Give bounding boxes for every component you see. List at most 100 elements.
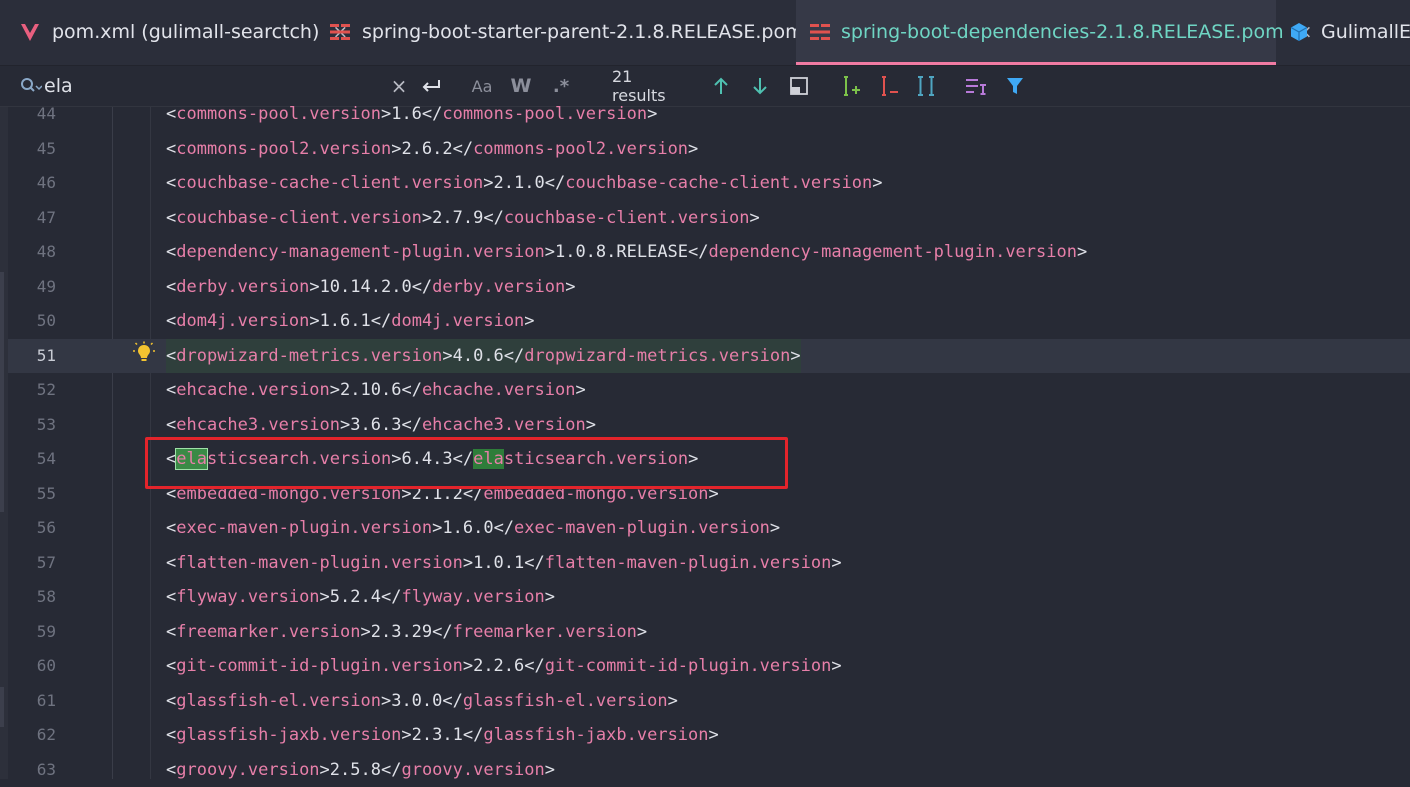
- code-line[interactable]: 49<derby.version>10.14.2.0</derby.versio…: [8, 270, 1410, 305]
- open-tag-name: dom4j.version: [176, 311, 309, 331]
- tag-bracket: <: [166, 518, 176, 538]
- tag-value: 2.7.9: [432, 208, 483, 228]
- tag-bracket: >: [330, 380, 340, 400]
- line-number: 56: [8, 511, 56, 546]
- tag-bracket: <: [166, 208, 176, 228]
- close-tag-name: commons-pool.version: [442, 104, 647, 124]
- code-line[interactable]: 57<flatten-maven-plugin.version>1.0.1</f…: [8, 546, 1410, 581]
- code-line[interactable]: 58 <flyway.version>5.2.4</flyway.version>: [8, 580, 1410, 615]
- close-tag-name: freemarker.version: [453, 622, 637, 642]
- tag-bracket: >: [381, 691, 391, 711]
- code-line[interactable]: 48<dependency-management-plugin.version>…: [8, 235, 1410, 270]
- tag-bracket: >: [872, 173, 882, 193]
- tag-bracket: >: [463, 553, 473, 573]
- tab-pom-xml[interactable]: pom.xml (gulimall-searctch) ×: [18, 0, 348, 63]
- tag-bracket: >: [586, 415, 596, 435]
- tag-bracket: </: [524, 656, 544, 676]
- close-tag-name: flyway.version: [401, 587, 544, 607]
- open-tag-name: flatten-maven-plugin.version: [176, 553, 463, 573]
- tab-spring-boot-dependencies[interactable]: spring-boot-dependencies-2.1.8.RELEASE.p…: [796, 0, 1276, 63]
- line-number: 44: [8, 97, 56, 132]
- open-tag-name: ehcache3.version: [176, 415, 340, 435]
- tag-bracket: >: [309, 311, 319, 331]
- tag-bracket: >: [709, 725, 719, 745]
- tag-bracket: <: [166, 656, 176, 676]
- code-text: <dom4j.version>1.6.1</dom4j.version>: [166, 304, 535, 339]
- code-line[interactable]: 44<commons-pool.version>1.6</commons-poo…: [8, 97, 1410, 132]
- tag-value: 2.10.6: [340, 380, 401, 400]
- search-input[interactable]: [44, 72, 374, 100]
- tag-bracket: >: [422, 208, 432, 228]
- code-line[interactable]: 47<couchbase-client.version>2.7.9</couch…: [8, 201, 1410, 236]
- open-tag-name: groovy.version: [176, 760, 319, 780]
- tag-bracket: >: [309, 277, 319, 297]
- tag-bracket: <: [166, 242, 176, 262]
- line-number: 51: [8, 339, 56, 374]
- tag-bracket: >: [545, 587, 555, 607]
- tag-bracket: >: [381, 104, 391, 124]
- code-line[interactable]: 62<glassfish-jaxb.version>2.3.1</glassfi…: [8, 718, 1410, 753]
- tag-bracket: >: [831, 553, 841, 573]
- close-tag-name: dom4j.version: [391, 311, 524, 331]
- close-tag-name: dependency-management-plugin.version: [709, 242, 1077, 262]
- tag-bracket: >: [770, 518, 780, 538]
- code-line[interactable]: 52<ehcache.version>2.10.6</ehcache.versi…: [8, 373, 1410, 408]
- editor-tab-bar: pom.xml (gulimall-searctch) × spring-boo…: [0, 0, 1410, 66]
- tag-bracket: </: [494, 518, 514, 538]
- tag-value: 1.6: [391, 104, 422, 124]
- tag-bracket: >: [565, 277, 575, 297]
- tag-bracket: <: [166, 725, 176, 745]
- code-line[interactable]: 50<dom4j.version>1.6.1</dom4j.version>: [8, 304, 1410, 339]
- tag-bracket: >: [1077, 242, 1087, 262]
- code-line[interactable]: 51<dropwizard-metrics.version>4.0.6</dro…: [8, 339, 1410, 374]
- open-tag-name: commons-pool2.version: [176, 139, 391, 159]
- code-text: <ehcache.version>2.10.6</ehcache.version…: [166, 373, 586, 408]
- tag-bracket: <: [166, 760, 176, 780]
- tag-bracket: <: [166, 104, 176, 124]
- tag-bracket: </: [504, 346, 524, 366]
- maven-icon: [809, 20, 831, 44]
- line-number: 49: [8, 270, 56, 305]
- tag-bracket: >: [524, 311, 534, 331]
- code-line[interactable]: 56<exec-maven-plugin.version>1.6.0</exec…: [8, 511, 1410, 546]
- code-line[interactable]: 61<glassfish-el.version>3.0.0</glassfish…: [8, 684, 1410, 719]
- tag-bracket: </: [371, 311, 391, 331]
- line-number: 45: [8, 132, 56, 167]
- tag-bracket: >: [432, 518, 442, 538]
- cube-icon: [1287, 20, 1311, 44]
- tag-bracket: </: [381, 760, 401, 780]
- open-tag-name: couchbase-client.version: [176, 208, 422, 228]
- line-number: 62: [8, 718, 56, 753]
- line-number: 58: [8, 580, 56, 615]
- tab-gulimall-ela[interactable]: GulimallEla: [1287, 0, 1410, 63]
- code-text: <git-commit-id-plugin.version>2.2.6</git…: [166, 649, 842, 684]
- code-line[interactable]: 63<groovy.version>2.5.8</groovy.version>: [8, 753, 1410, 787]
- code-text: <glassfish-jaxb.version>2.3.1</glassfish…: [166, 718, 719, 753]
- tab-label: spring-boot-dependencies-2.1.8.RELEASE.p…: [841, 21, 1284, 43]
- code-text: <couchbase-client.version>2.7.9</couchba…: [166, 201, 760, 236]
- code-line[interactable]: 59<freemarker.version>2.3.29</freemarker…: [8, 615, 1410, 650]
- code-text: <couchbase-cache-client.version>2.1.0</c…: [166, 166, 883, 201]
- tag-bracket: </: [483, 208, 503, 228]
- tag-bracket: >: [320, 587, 330, 607]
- code-line[interactable]: 46 <couchbase-cache-client.version>2.1.0<…: [8, 166, 1410, 201]
- tab-spring-boot-starter-parent[interactable]: spring-boot-starter-parent-2.1.8.RELEASE…: [328, 0, 833, 63]
- tag-bracket: </: [545, 173, 565, 193]
- code-line[interactable]: 45<commons-pool2.version>2.6.2</commons-…: [8, 132, 1410, 167]
- line-number: 60: [8, 649, 56, 684]
- line-number: 46: [8, 166, 56, 201]
- lightbulb-icon[interactable]: [132, 341, 156, 369]
- tag-bracket: >: [545, 242, 555, 262]
- tag-bracket: >: [442, 346, 452, 366]
- tag-bracket: >: [340, 415, 350, 435]
- code-line[interactable]: 60 <git-commit-id-plugin.version>2.2.6</g…: [8, 649, 1410, 684]
- annotation-highlight-box: [145, 437, 788, 489]
- code-text: <groovy.version>2.5.8</groovy.version>: [166, 753, 555, 787]
- code-text: <freemarker.version>2.3.29</freemarker.v…: [166, 615, 647, 650]
- tag-value: 3.6.3: [350, 415, 401, 435]
- tag-bracket: >: [401, 725, 411, 745]
- tag-bracket: </: [401, 415, 421, 435]
- code-text: <flyway.version>5.2.4</flyway.version>: [166, 580, 555, 615]
- close-tag-name: glassfish-jaxb.version: [483, 725, 708, 745]
- tag-bracket: </: [524, 553, 544, 573]
